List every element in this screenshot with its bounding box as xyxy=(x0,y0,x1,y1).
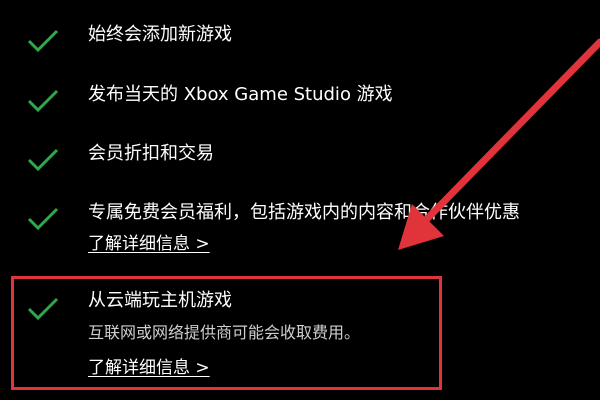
checkmark-icon xyxy=(26,88,60,114)
checkmark-icon xyxy=(26,147,60,173)
benefit-title: 始终会添加新游戏 xyxy=(88,24,232,45)
benefit-item-new-games: 始终会添加新游戏 xyxy=(0,20,600,60)
checkmark-icon xyxy=(26,28,60,54)
benefit-item-perks: 专属免费会员福利，包括游戏内的内容和合作伙伴优惠 了解详细信息 > xyxy=(0,198,600,262)
benefit-title-clip: 专属免费会员福利，包括游戏内的内容和合作伙伴优惠 xyxy=(88,198,600,226)
checkmark-icon xyxy=(26,206,60,232)
learn-more-link[interactable]: 了解详细信息 > xyxy=(88,234,210,254)
benefit-title: 专属免费会员福利，包括游戏内的内容和合作伙伴优惠 xyxy=(88,202,520,223)
benefit-title: 会员折扣和交易 xyxy=(88,143,214,164)
benefit-title: 发布当天的 Xbox Game Studio 游戏 xyxy=(88,84,393,105)
benefit-item-day-one-games: 发布当天的 Xbox Game Studio 游戏 xyxy=(0,80,600,120)
highlight-box xyxy=(11,276,442,390)
benefit-item-member-discounts: 会员折扣和交易 xyxy=(0,139,600,179)
